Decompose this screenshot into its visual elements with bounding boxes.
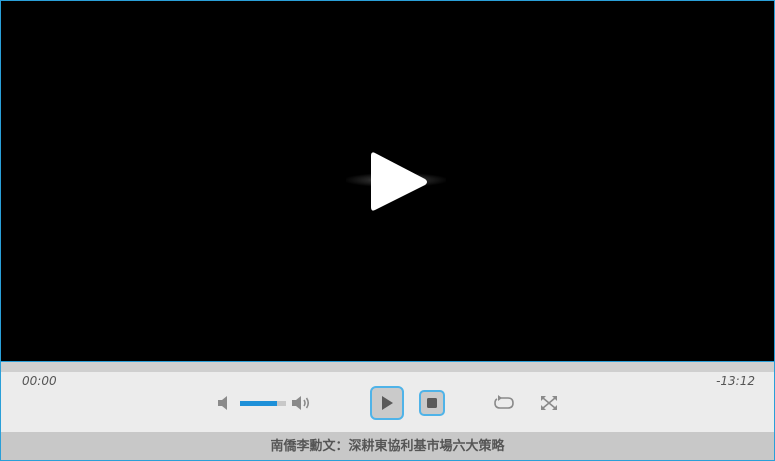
volume-slider[interactable]	[240, 401, 286, 406]
play-icon	[371, 152, 427, 211]
fullscreen-button[interactable]	[540, 395, 558, 411]
video-title: 南僑李勳文：深耕東協利基市場六大策略	[1, 432, 774, 460]
speaker-high-icon	[292, 396, 310, 410]
speaker-low-icon	[218, 396, 227, 410]
stop-icon	[427, 398, 437, 408]
volume-max-button[interactable]	[291, 394, 313, 412]
video-area[interactable]	[1, 1, 774, 362]
loop-button[interactable]	[493, 395, 515, 411]
current-time: 00:00	[22, 374, 57, 388]
play-button[interactable]	[370, 386, 404, 420]
loop-icon	[494, 395, 514, 409]
seek-bar[interactable]	[1, 362, 774, 372]
control-bar: 00:00 -13:12	[1, 372, 774, 432]
play-icon	[382, 396, 393, 410]
remaining-time: -13:12	[716, 374, 755, 388]
big-play-button[interactable]	[361, 141, 441, 221]
volume-slider-fill	[240, 401, 277, 406]
mute-button[interactable]	[216, 395, 234, 411]
fullscreen-icon	[541, 396, 557, 410]
video-player: 00:00 -13:12 南僑李勳文：深耕東協利基市場六大策略	[0, 0, 775, 461]
stop-button[interactable]	[419, 390, 445, 416]
